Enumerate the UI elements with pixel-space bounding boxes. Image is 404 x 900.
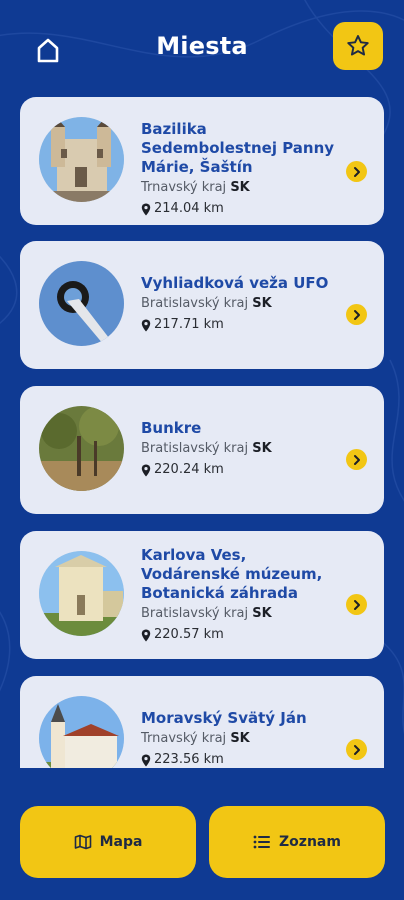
list-item[interactable]: Bazilika Sedembolestnej Panny Márie, Šaš… [20,97,384,225]
place-distance: 220.57 km [154,627,224,642]
place-country: SK [230,180,250,195]
place-region: Bratislavský kraj [141,606,249,621]
list-item[interactable]: Moravský Svätý Ján Trnavský kraj SK 223.… [20,676,384,768]
chevron-right-icon [353,166,360,177]
open-detail-button[interactable] [346,304,367,325]
list-button[interactable]: Zoznam [209,806,385,878]
location-pin-icon [141,203,151,215]
list-item[interactable]: Vyhliadková veža UFO Bratislavský kraj S… [20,241,384,369]
place-distance: 214.04 km [154,201,224,216]
list-item[interactable]: Karlova Ves, Vodárenské múzeum, Botanick… [20,531,384,659]
places-list[interactable]: Bazilika Sedembolestnej Panny Márie, Šaš… [0,96,404,768]
map-button[interactable]: Mapa [20,806,196,878]
open-detail-button[interactable] [346,739,367,760]
location-pin-icon [141,319,151,331]
map-icon [74,834,91,850]
chevron-right-icon [353,599,360,610]
place-region: Bratislavský kraj [141,441,249,456]
list-icon [253,835,271,849]
place-name: Moravský Svätý Ján [141,709,307,727]
place-thumbnail [39,117,124,202]
map-button-label: Mapa [99,834,143,850]
place-thumbnail [39,406,124,491]
location-pin-icon [141,629,151,641]
list-button-label: Zoznam [279,834,341,850]
place-country: SK [252,296,272,311]
place-thumbnail [39,551,124,636]
place-region: Trnavský kraj [141,731,227,746]
place-distance: 223.56 km [154,752,224,767]
chevron-right-icon [353,744,360,755]
place-name: Karlova Ves, Vodárenské múzeum, Botanick… [141,546,323,602]
list-item[interactable]: Bunkre Bratislavský kraj SK 220.24 km [20,386,384,514]
place-country: SK [252,441,272,456]
location-pin-icon [141,754,151,766]
header: Miesta [0,0,404,96]
location-pin-icon [141,464,151,476]
place-name: Bunkre [141,419,202,437]
place-country: SK [230,731,250,746]
open-detail-button[interactable] [346,161,367,182]
place-distance: 220.24 km [154,462,224,477]
star-icon [347,35,369,56]
place-name: Bazilika Sedembolestnej Panny Márie, Šaš… [141,120,335,176]
place-thumbnail [39,261,124,346]
place-distance: 217.71 km [154,317,224,332]
chevron-right-icon [353,309,360,320]
place-region: Bratislavský kraj [141,296,249,311]
open-detail-button[interactable] [346,594,367,615]
chevron-right-icon [353,454,360,465]
place-region: Trnavský kraj [141,180,227,195]
favorites-button[interactable] [333,22,383,70]
place-country: SK [252,606,272,621]
place-name: Vyhliadková veža UFO [141,274,329,292]
open-detail-button[interactable] [346,449,367,470]
place-thumbnail [39,696,124,768]
